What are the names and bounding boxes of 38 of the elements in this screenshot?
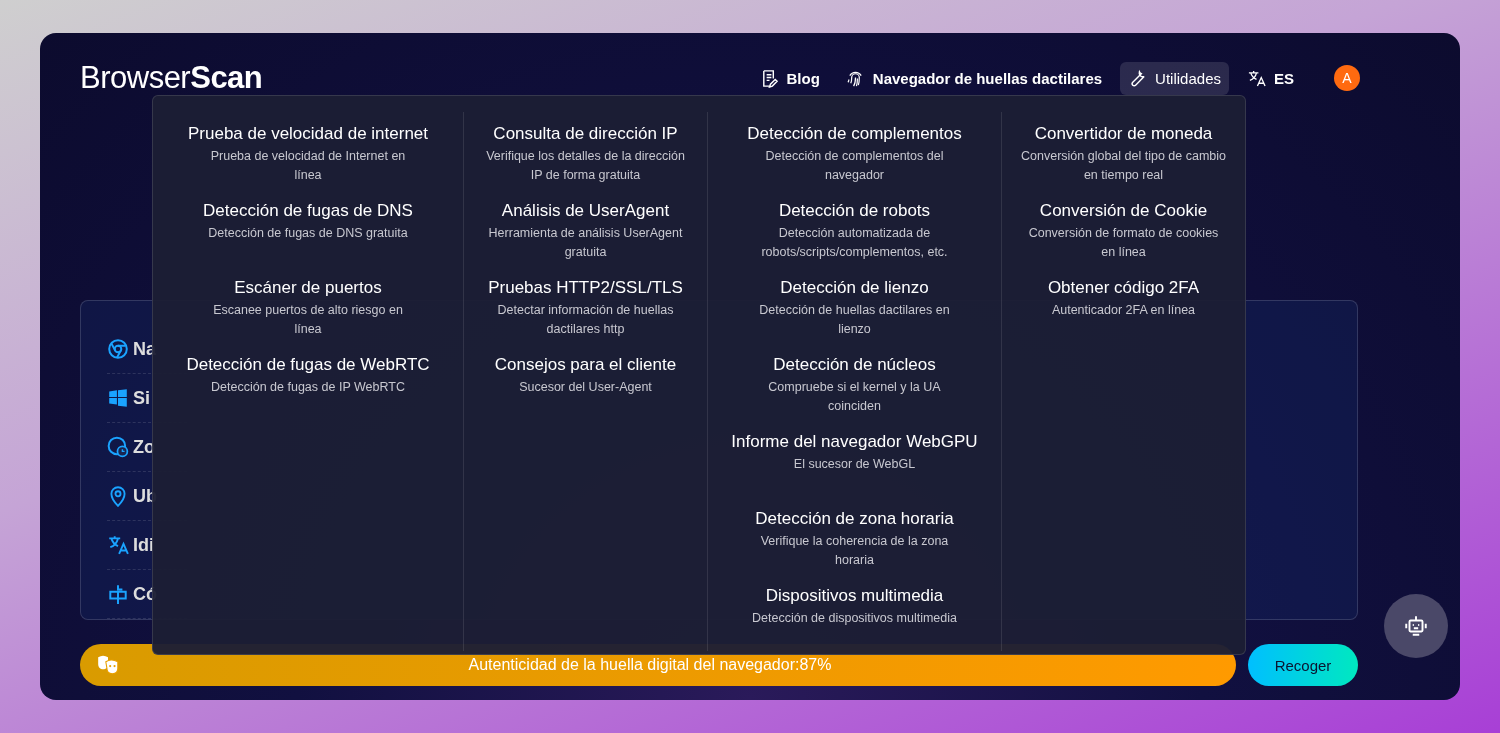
menu-item[interactable]: Pruebas HTTP2/SSL/TLS Detectar información de huellas dactilares http <box>474 266 697 343</box>
menu-item[interactable]: Convertidor de moneda Conversión global del tipo de cambio en tiempo real <box>1012 112 1235 189</box>
windows-icon <box>107 387 129 409</box>
menu-item[interactable]: Detección de zona horaria Verifique la coherencia de la zona horaria <box>718 497 991 574</box>
menu-item[interactable]: Consulta de dirección IP Verifique los detalles de la dirección IP de forma gratuita <box>474 112 697 189</box>
row-label: Idi <box>133 534 154 556</box>
menu-item[interactable]: Prueba de velocidad de internet Prueba de velocidad de Internet en línea <box>163 112 453 189</box>
menu-item[interactable]: Detección de fugas de WebRTC Detección de fugas de IP WebRTC <box>163 343 453 420</box>
collect-button[interactable]: Recoger <box>1248 644 1358 686</box>
menu-item[interactable]: Análisis de UserAgent Herramienta de análisis UserAgent gratuita <box>474 189 697 266</box>
translate-icon <box>1247 68 1266 88</box>
menu-item[interactable]: Conversión de Cookie Conversión de formato de cookies en línea <box>1012 189 1235 266</box>
translate-icon <box>107 534 129 556</box>
menu-item[interactable]: Obtener código 2FA Autenticador 2FA en línea <box>1012 266 1235 343</box>
row-label: Si <box>133 387 150 409</box>
row-label: Ub <box>133 485 157 507</box>
menu-item[interactable]: Detección de núcleos Compruebe si el kernel y la UA coinciden <box>718 343 991 420</box>
menu-item[interactable]: Detección de fugas de DNS Detección de fugas de DNS gratuita <box>163 189 453 266</box>
menu-item[interactable]: Escáner de puertos Escanee puertos de alto riesgo en línea <box>163 266 453 343</box>
nav-link[interactable]: ES <box>1239 61 1302 95</box>
logo[interactable]: BrowserScan <box>80 60 263 96</box>
browser-icon <box>107 338 129 360</box>
menu-item[interactable]: Dispositivos multimedia Detección de dispositivos multimedia <box>718 574 991 651</box>
row-label: Na <box>133 338 156 360</box>
menu-item[interactable]: Informe del navegador WebGPU El sucesor de WebGL <box>718 420 991 497</box>
row-label: Zo <box>133 436 155 458</box>
globe-clock-icon <box>107 436 129 458</box>
menu-item[interactable]: Detección de lienzo Detección de huellas dactilares en lienzo <box>718 266 991 343</box>
robot-icon <box>1403 613 1429 639</box>
authenticity-score: Autenticidad de la huella digital del navegador:87% <box>467 656 833 674</box>
menu-item[interactable]: Consejos para el cliente Sucesor del User-Agent <box>474 343 697 420</box>
nav-link[interactable]: Navegador de huellas dactilares <box>837 61 1111 95</box>
nav-link[interactable]: Utilidades <box>1120 61 1229 95</box>
menu-item[interactable]: Detección de complementos Detección de complementos del navegador <box>718 112 991 189</box>
row-label: Có <box>133 583 157 605</box>
nav-link[interactable]: Blog <box>751 61 828 95</box>
theater-masks-icon <box>96 654 120 676</box>
menu-item[interactable]: Detección de robots Detección automatizada de robots/scripts/complementos, etc. <box>718 189 991 266</box>
